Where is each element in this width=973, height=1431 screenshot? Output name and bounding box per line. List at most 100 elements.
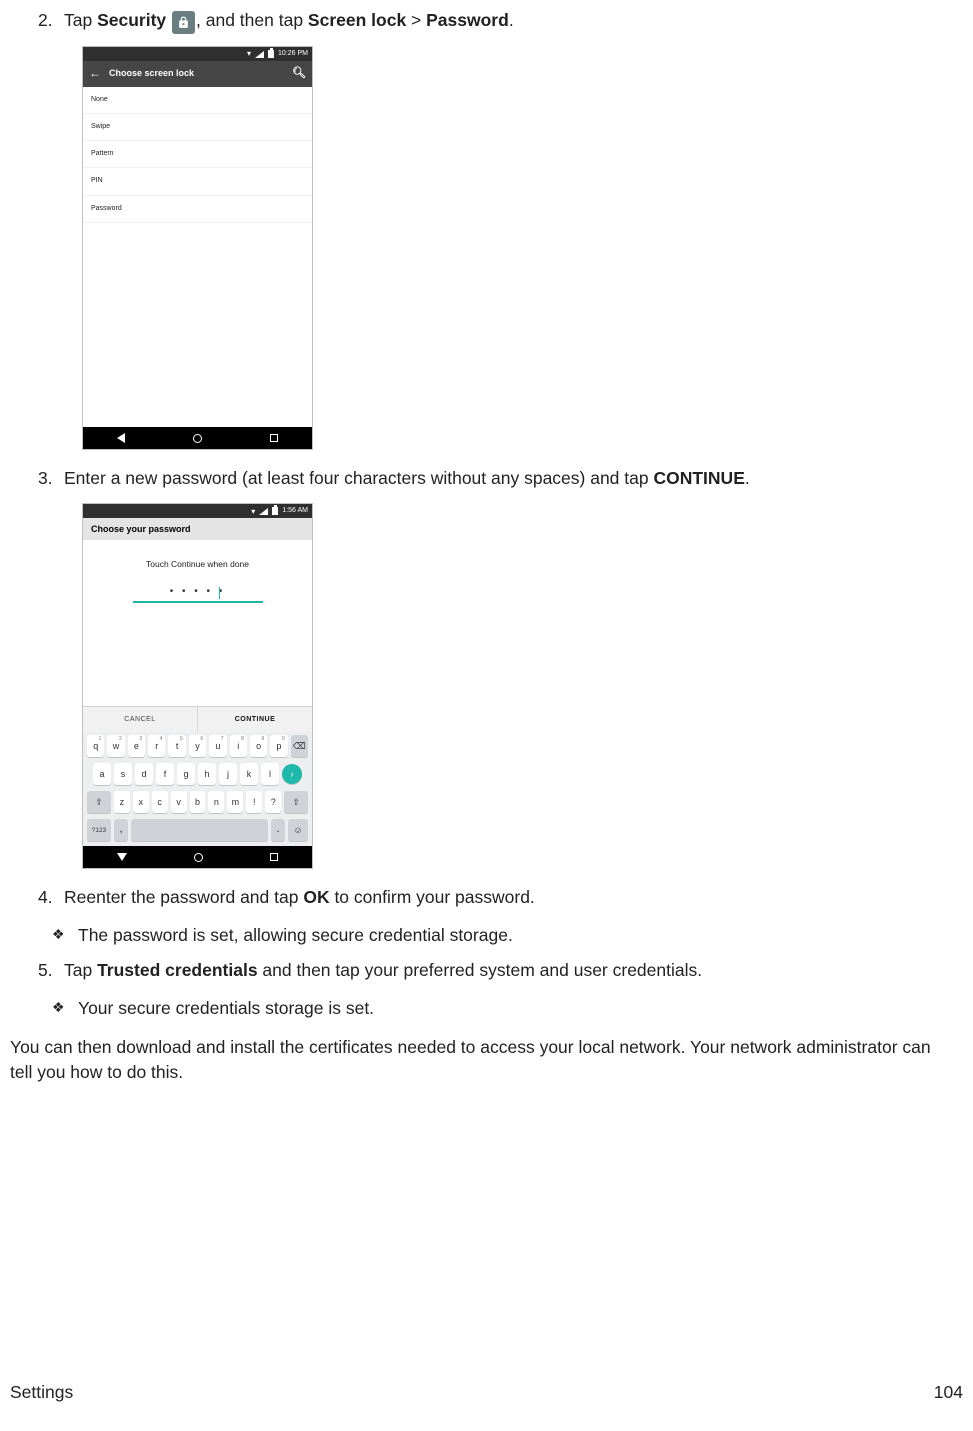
security-lock-icon — [172, 11, 195, 34]
cancel-button[interactable]: CANCEL — [83, 707, 197, 732]
step-text: Enter a new password (at least four char… — [64, 466, 963, 491]
sub-bullet: ❖ Your secure credentials storage is set… — [52, 996, 963, 1021]
key-symbols[interactable]: ?123 — [87, 819, 111, 841]
key-a[interactable]: a — [93, 763, 111, 785]
nav-hide-keyboard-icon[interactable] — [117, 853, 127, 861]
search-icon[interactable]: 🔍︎ — [292, 66, 306, 82]
status-bar: ▾ 1:56 AM — [83, 504, 312, 518]
app-bar: ← Choose screen lock 🔍︎ — [83, 61, 312, 87]
battery-icon — [272, 507, 278, 515]
list-item[interactable]: Pattern — [83, 141, 312, 168]
key-backspace[interactable]: ⌫ — [291, 735, 308, 757]
bold-ok: OK — [303, 887, 329, 907]
step-text: Tap Security , and then tap Screen lock … — [64, 8, 963, 34]
step-4: 4. Reenter the password and tap OK to co… — [38, 885, 963, 910]
status-time: 10:26 PM — [278, 49, 308, 59]
key-shift[interactable]: ⇧ — [87, 791, 111, 813]
key-m[interactable]: m — [227, 791, 243, 813]
step-number: 4. — [38, 885, 64, 910]
app-bar-title: Choose screen lock — [109, 67, 284, 80]
key-p[interactable]: p0 — [270, 735, 287, 757]
android-nav-bar — [83, 846, 312, 868]
key-i[interactable]: i8 — [230, 735, 247, 757]
step-2: 2. Tap Security , and then tap Screen lo… — [38, 8, 963, 34]
list-body: None Swipe Pattern PIN Password — [83, 87, 312, 427]
key-b[interactable]: b — [190, 791, 206, 813]
list-item[interactable]: Password — [83, 196, 312, 223]
key-r[interactable]: r4 — [148, 735, 165, 757]
key-q[interactable]: q1 — [87, 735, 104, 757]
sub-text: Your secure credentials storage is set. — [78, 996, 963, 1021]
password-hint: Touch Continue when done — [83, 558, 312, 570]
bold-trusted-credentials: Trusted credentials — [97, 960, 257, 980]
bullet-icon: ❖ — [52, 997, 78, 1022]
nav-home-icon[interactable] — [194, 853, 203, 862]
app-bar-title: Choose your password — [91, 523, 191, 536]
key-k[interactable]: k — [240, 763, 258, 785]
back-icon[interactable]: ← — [89, 65, 101, 82]
footer-section: Settings — [10, 1380, 73, 1405]
nav-recent-icon[interactable] — [270, 434, 278, 442]
sub-text: The password is set, allowing secure cre… — [78, 923, 963, 948]
signal-icon — [255, 51, 264, 58]
key-u[interactable]: u7 — [209, 735, 226, 757]
key-emoji[interactable]: ☺ — [288, 819, 308, 841]
key-n[interactable]: n — [208, 791, 224, 813]
nav-back-icon[interactable] — [117, 433, 125, 443]
status-bar: ▾ 10:26 PM — [83, 47, 312, 61]
list-item[interactable]: None — [83, 87, 312, 114]
key-![interactable]: ! — [246, 791, 262, 813]
nav-home-icon[interactable] — [193, 434, 202, 443]
key-l[interactable]: l — [261, 763, 279, 785]
list-item[interactable]: PIN — [83, 168, 312, 195]
footer-page-number: 104 — [934, 1380, 963, 1405]
step-3: 3. Enter a new password (at least four c… — [38, 466, 963, 491]
step-text: Reenter the password and tap OK to confi… — [64, 885, 963, 910]
key-d[interactable]: d — [135, 763, 153, 785]
key-f[interactable]: f — [156, 763, 174, 785]
bold-password: Password — [426, 10, 509, 30]
step-number: 5. — [38, 958, 64, 983]
sub-bullet: ❖ The password is set, allowing secure c… — [52, 923, 963, 948]
screenshot-choose-password: ▾ 1:56 AM Choose your password Touch Con… — [82, 503, 313, 869]
password-input[interactable]: • • • • • — [133, 585, 263, 603]
key-comma[interactable]: , — [114, 819, 128, 841]
step-5: 5. Tap Trusted credentials and then tap … — [38, 958, 963, 983]
key-period[interactable]: . — [271, 819, 285, 841]
bold-screen-lock: Screen lock — [308, 10, 406, 30]
key-?[interactable]: ? — [265, 791, 281, 813]
key-w[interactable]: w2 — [107, 735, 124, 757]
bold-security: Security — [97, 10, 166, 30]
list-item[interactable]: Swipe — [83, 114, 312, 141]
key-z[interactable]: z — [114, 791, 130, 813]
key-go[interactable]: › — [282, 764, 302, 784]
continue-button[interactable]: CONTINUE — [197, 707, 312, 732]
key-g[interactable]: g — [177, 763, 195, 785]
key-c[interactable]: c — [152, 791, 168, 813]
android-nav-bar — [83, 427, 312, 449]
status-time: 1:56 AM — [282, 506, 308, 516]
key-x[interactable]: x — [133, 791, 149, 813]
key-j[interactable]: j — [219, 763, 237, 785]
key-s[interactable]: s — [114, 763, 132, 785]
key-o[interactable]: o9 — [250, 735, 267, 757]
screenshot-choose-screen-lock: ▾ 10:26 PM ← Choose screen lock 🔍︎ None … — [82, 46, 313, 450]
key-shift[interactable]: ⇧ — [284, 791, 308, 813]
battery-icon — [268, 50, 274, 58]
signal-icon — [259, 508, 268, 515]
bold-continue: CONTINUE — [653, 468, 744, 488]
step-number: 3. — [38, 466, 64, 491]
nav-recent-icon[interactable] — [270, 853, 278, 861]
app-bar: Choose your password — [83, 518, 312, 540]
step-number: 2. — [38, 8, 64, 34]
step-text: Tap Trusted credentials and then tap you… — [64, 958, 963, 983]
page-footer: Settings 104 — [10, 1380, 963, 1405]
key-y[interactable]: y6 — [189, 735, 206, 757]
key-t[interactable]: t5 — [168, 735, 185, 757]
key-space[interactable] — [131, 819, 268, 841]
on-screen-keyboard: q1w2e3r4t5y6u7i8o9p0⌫ asdfghjkl› ⇧zxcvbn… — [83, 732, 312, 846]
bullet-icon: ❖ — [52, 924, 78, 949]
key-v[interactable]: v — [171, 791, 187, 813]
key-h[interactable]: h — [198, 763, 216, 785]
key-e[interactable]: e3 — [128, 735, 145, 757]
